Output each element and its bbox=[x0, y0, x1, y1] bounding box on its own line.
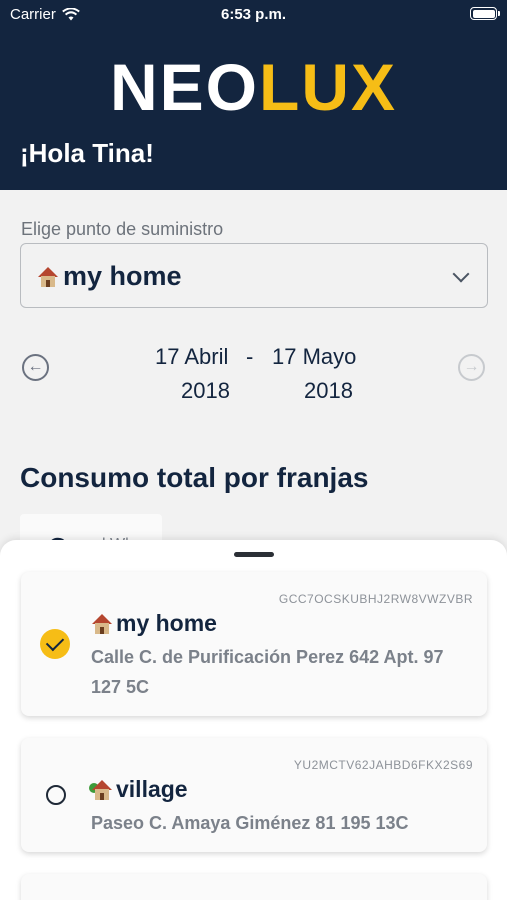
house-icon bbox=[37, 266, 59, 288]
supply-card-id: GCC7OCSKUBHJ2RW8VWZVBR bbox=[278, 592, 473, 606]
house-icon bbox=[91, 613, 113, 635]
start-date: 17 Abril bbox=[155, 344, 229, 369]
supply-card-address: Calle C. de Purificación Perez 642 Apt. … bbox=[91, 647, 444, 697]
supply-point-select[interactable]: my home bbox=[20, 243, 488, 308]
start-year: 2018 bbox=[181, 378, 230, 403]
header: Carrier 6:53 p.m. NEOLUX ¡Hola Tina! bbox=[0, 0, 507, 190]
greeting: ¡Hola Tina! bbox=[20, 138, 154, 168]
radio-checked-icon[interactable] bbox=[40, 629, 70, 659]
end-date: 17 Mayo bbox=[272, 344, 357, 369]
logo-neo: NEO bbox=[109, 50, 260, 124]
supply-selected-label: my home bbox=[63, 261, 182, 291]
next-period-button[interactable]: → bbox=[458, 354, 485, 381]
supply-card-name-label: village bbox=[116, 776, 188, 802]
radio-unchecked-icon[interactable] bbox=[46, 785, 66, 805]
supply-card-address: Paseo C. Amaya Giménez 81 195 13C bbox=[91, 813, 409, 833]
supply-card-id: YU2MCTV62JAHBD6FKX2S69 bbox=[293, 758, 473, 772]
end-year: 2018 bbox=[304, 378, 353, 403]
previous-period-button[interactable]: ← bbox=[22, 354, 49, 381]
sheet-drag-handle[interactable] bbox=[234, 552, 274, 557]
arrow-right-icon: → bbox=[463, 358, 480, 375]
supply-selected-value: my home bbox=[37, 261, 182, 292]
chevron-down-icon bbox=[452, 265, 470, 283]
battery-icon bbox=[470, 7, 500, 20]
supply-label: Elige punto de suministro bbox=[21, 219, 224, 239]
date-separator: - bbox=[246, 344, 254, 369]
date-range: ← 17 Abril 2018 - 17 Mayo 2018 → bbox=[0, 340, 507, 410]
status-bar: Carrier 6:53 p.m. bbox=[0, 0, 507, 28]
supply-card-name: village bbox=[89, 776, 188, 803]
arrow-left-icon: ← bbox=[27, 358, 44, 375]
section-title: Consumo total por franjas bbox=[20, 462, 369, 493]
house-with-garden-icon bbox=[89, 779, 113, 801]
supply-card-name: my home bbox=[91, 610, 217, 637]
supply-card-village[interactable]: YU2MCTV62JAHBD6FKX2S69 village Paseo C. … bbox=[21, 738, 487, 852]
supply-card-name-label: my home bbox=[116, 610, 217, 636]
supply-point-sheet: GCC7OCSKUBHJ2RW8VWZVBR my home Calle C. … bbox=[0, 540, 507, 900]
supply-card-my-home[interactable]: GCC7OCSKUBHJ2RW8VWZVBR my home Calle C. … bbox=[21, 572, 487, 716]
status-time: 6:53 p.m. bbox=[220, 6, 287, 23]
neolux-logo: NEOLUX bbox=[0, 52, 507, 122]
supply-card-partial[interactable] bbox=[21, 874, 487, 900]
logo-lux: LUX bbox=[259, 50, 398, 124]
